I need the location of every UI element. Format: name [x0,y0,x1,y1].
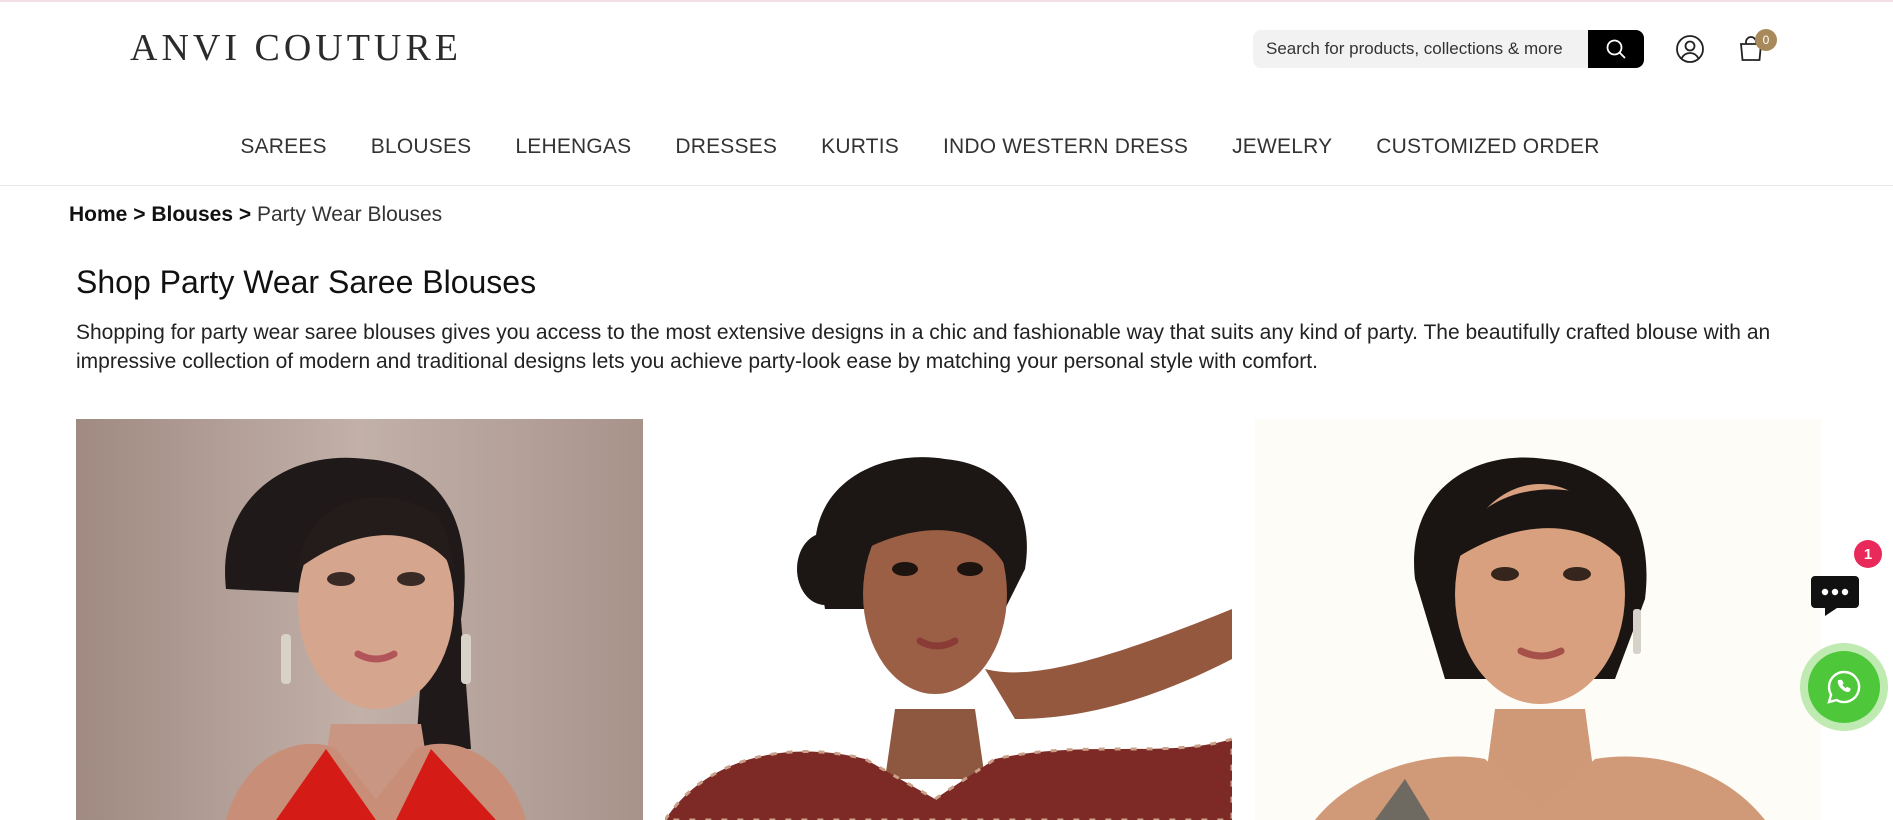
nav-item-kurtis[interactable]: KURTIS [821,135,899,167]
product-image [1255,419,1822,820]
page-description: Shopping for party wear saree blouses gi… [76,321,1771,373]
breadcrumb-separator: > [238,203,252,226]
nav-item-blouses[interactable]: BLOUSES [371,135,472,167]
brand-logo[interactable]: ANVI COUTURE [130,26,462,70]
product-card-3[interactable] [1255,419,1822,820]
nav-item-lehengas[interactable]: LEHENGAS [515,135,631,167]
account-button[interactable] [1673,32,1707,66]
chat-widget-button[interactable] [1807,566,1863,622]
nav-item-customized-order[interactable]: CUSTOMIZED ORDER [1376,135,1599,167]
breadcrumb: Home > Blouses > Party Wear Blouses [69,203,442,227]
nav-item-jewelry[interactable]: JEWELRY [1232,135,1332,167]
product-card-2[interactable] [665,419,1232,820]
nav-divider [0,185,1893,186]
product-image [76,419,643,820]
breadcrumb-home-link[interactable]: Home [69,203,127,226]
whatsapp-button-inner [1808,651,1880,723]
nav-item-dresses[interactable]: DRESSES [675,135,777,167]
whatsapp-icon [1827,670,1861,704]
search-button[interactable] [1588,30,1644,68]
whatsapp-button[interactable] [1800,643,1888,731]
product-card-1[interactable] [76,419,643,820]
breadcrumb-current: Party Wear Blouses [256,203,443,226]
search-icon [1606,39,1626,59]
search-bar [1253,30,1644,68]
chat-bubble-icon [1811,576,1859,616]
breadcrumb-blouses-link[interactable]: Blouses [151,203,233,226]
main-navigation: SAREES BLOUSES LEHENGAS DRESSES KURTIS I… [0,135,1840,167]
product-image [665,419,1232,820]
chat-notification-badge: 1 [1854,540,1882,568]
user-icon [1676,35,1704,63]
nav-item-indo-western-dress[interactable]: INDO WESTERN DRESS [943,135,1188,167]
page-title: Shop Party Wear Saree Blouses [76,264,537,300]
cart-count-badge: 0 [1755,29,1777,51]
search-input[interactable] [1253,30,1593,68]
breadcrumb-separator: > [133,203,146,226]
top-accent-line [0,0,1893,2]
nav-item-sarees[interactable]: SAREES [240,135,326,167]
